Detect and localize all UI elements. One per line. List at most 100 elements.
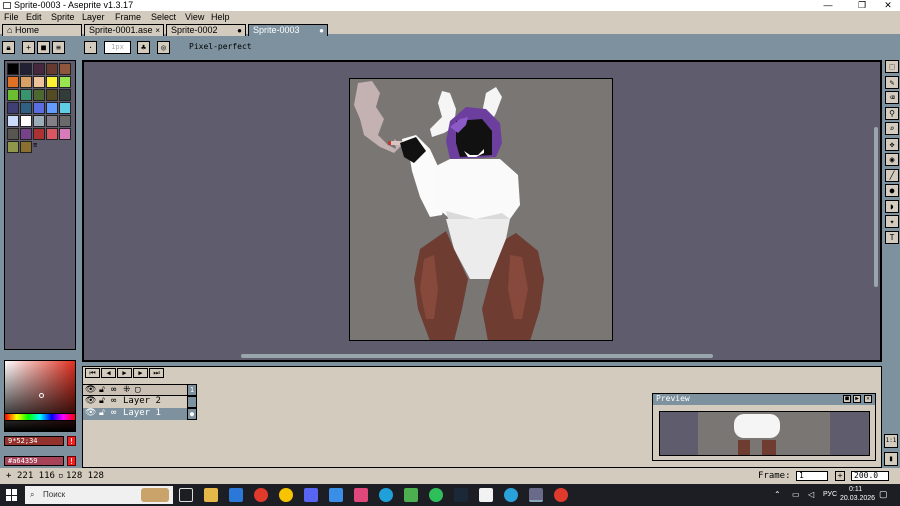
eye-icon[interactable]: 👁 <box>85 408 96 419</box>
palette-swatch[interactable] <box>20 89 32 101</box>
palette-swatch[interactable] <box>33 128 45 140</box>
palette-swatch[interactable] <box>7 89 19 101</box>
telegram-icon[interactable] <box>504 488 518 502</box>
volume-icon[interactable]: ◁ <box>808 490 814 499</box>
frame-header[interactable]: 1 <box>187 384 197 396</box>
link-icon[interactable]: ∞ <box>111 396 116 407</box>
pixel-perfect-toggle-icon[interactable]: ◎ <box>157 41 170 54</box>
discord-icon[interactable] <box>304 488 318 502</box>
warning-icon[interactable]: ! <box>67 456 76 466</box>
menu-help[interactable]: Help <box>211 11 230 23</box>
lock-icon[interactable]: 🔓︎ <box>99 385 105 396</box>
palette-swatch[interactable] <box>20 141 32 153</box>
tab-sprite-0003[interactable]: Sprite-0003 ● <box>248 24 328 36</box>
zoom-tool-icon[interactable]: ⌕ <box>885 122 899 135</box>
file-explorer-icon[interactable] <box>204 488 218 502</box>
brush-shape-icon[interactable]: · <box>84 41 97 54</box>
blur-tool-icon[interactable]: ✦ <box>885 215 899 228</box>
edge-icon[interactable] <box>379 488 393 502</box>
clock-date[interactable]: 20.03.2026 <box>840 495 875 502</box>
layer-settings-icon[interactable]: ▢ <box>135 385 140 396</box>
layer-row-selected[interactable]: 👁 🔓︎ ∞ Layer 1 <box>83 408 187 420</box>
palette-swatch[interactable] <box>7 76 19 88</box>
palette-swatch[interactable] <box>20 63 32 75</box>
add-icon[interactable]: + <box>22 41 35 54</box>
yandex-icon[interactable] <box>554 488 568 502</box>
palette-swatch[interactable] <box>46 89 58 101</box>
ink-type-icon[interactable]: ♣ <box>137 41 150 54</box>
palette-swatch[interactable] <box>59 102 71 114</box>
tab-sprite-0002[interactable]: Sprite-0002 ● <box>166 24 246 36</box>
foreground-color-field[interactable]: 9*52;34 <box>4 436 64 446</box>
menu-edit[interactable]: Edit <box>26 11 42 23</box>
aseprite-taskbar-icon[interactable] <box>529 488 543 502</box>
steam-icon[interactable] <box>454 488 468 502</box>
palette-options-icon[interactable]: ≡ <box>33 141 37 149</box>
save-icon[interactable]: ■ <box>37 41 50 54</box>
hue-slider[interactable] <box>4 413 76 421</box>
minimize-button[interactable]: — <box>816 0 840 11</box>
preview-canvas[interactable] <box>659 411 870 456</box>
palette-swatch[interactable] <box>33 63 45 75</box>
maximize-button[interactable]: ❐ <box>850 0 874 11</box>
app-icon-yellow[interactable] <box>279 488 293 502</box>
sprite-canvas[interactable] <box>349 78 613 341</box>
next-frame-button[interactable]: ▶ <box>133 368 148 378</box>
notifications-icon[interactable]: ▢ <box>879 489 888 500</box>
palette-swatch[interactable] <box>33 89 45 101</box>
color-spectrum[interactable] <box>4 360 76 432</box>
menu-layer[interactable]: Layer <box>82 11 105 23</box>
palette-swatch[interactable] <box>20 115 32 127</box>
layer-name[interactable]: Layer 2 <box>123 396 161 407</box>
link-icon[interactable]: ∞ <box>111 408 116 419</box>
vertical-scrollbar[interactable] <box>874 127 878 287</box>
frame-input[interactable]: 1 <box>796 471 828 481</box>
modified-dot-icon[interactable]: ● <box>319 25 324 36</box>
palette-swatch[interactable] <box>7 115 19 127</box>
start-button[interactable] <box>6 489 18 501</box>
preview-close-icon[interactable]: ✕ <box>864 395 872 403</box>
zoom-input[interactable]: 200.0 <box>851 471 889 481</box>
tab-sprite-0001[interactable]: Sprite-0001.ase × <box>84 24 164 36</box>
palette-swatch[interactable] <box>7 128 19 140</box>
app-icon-pink[interactable] <box>354 488 368 502</box>
lock-icon[interactable]: 🔓︎ <box>99 396 105 407</box>
contour-tool-icon[interactable]: ◗ <box>885 199 899 213</box>
clock-time[interactable]: 0:11 <box>849 486 862 493</box>
text-tool-icon[interactable]: T <box>885 230 899 244</box>
eye-icon[interactable]: 👁 <box>85 396 96 407</box>
palette-swatch[interactable] <box>33 102 45 114</box>
close-button[interactable]: ✕ <box>876 0 900 11</box>
frame-cel-filled[interactable]: ● <box>187 408 197 420</box>
palette-swatch[interactable] <box>46 115 58 127</box>
minecraft-icon[interactable] <box>404 488 418 502</box>
task-view-icon[interactable] <box>179 488 193 502</box>
menu-sprite[interactable]: Sprite <box>51 11 75 23</box>
palette-swatch[interactable] <box>20 76 32 88</box>
palette-swatch[interactable] <box>46 63 58 75</box>
first-frame-button[interactable]: ⏮ <box>85 368 100 378</box>
last-frame-button[interactable]: ⏭ <box>149 368 164 378</box>
close-tab-icon[interactable]: × <box>155 25 160 36</box>
marquee-tool-icon[interactable]: ⬚ <box>885 60 899 73</box>
language-indicator[interactable]: РУС <box>823 491 837 498</box>
onion-skin-icon[interactable]: ⁜ <box>123 385 131 396</box>
eyedropper-tool-icon[interactable]: ⚲ <box>885 106 899 120</box>
palette-swatch[interactable] <box>20 128 32 140</box>
line-tool-icon[interactable]: ╱ <box>885 168 899 182</box>
play-button[interactable]: ▶ <box>117 368 132 378</box>
eye-icon[interactable]: 👁 <box>85 385 96 396</box>
palette-swatch[interactable] <box>7 141 19 153</box>
lock-icon[interactable]: 🔒︎ <box>2 41 15 54</box>
eraser-tool-icon[interactable]: ⌫ <box>885 91 899 104</box>
link-icon[interactable]: ∞ <box>111 385 116 396</box>
palette-swatch[interactable] <box>46 128 58 140</box>
background-color-field[interactable]: #a64359 <box>4 456 64 466</box>
palette-swatch[interactable] <box>7 102 19 114</box>
battery-icon[interactable]: ▭ <box>792 490 800 499</box>
ellipse-tool-icon[interactable]: ● <box>885 184 899 197</box>
previous-frame-button[interactable]: ◀ <box>101 368 116 378</box>
tab-home[interactable]: ⌂ Home <box>2 24 82 36</box>
move-tool-icon[interactable]: ✥ <box>885 137 899 151</box>
menu-select[interactable]: Select <box>151 11 176 23</box>
